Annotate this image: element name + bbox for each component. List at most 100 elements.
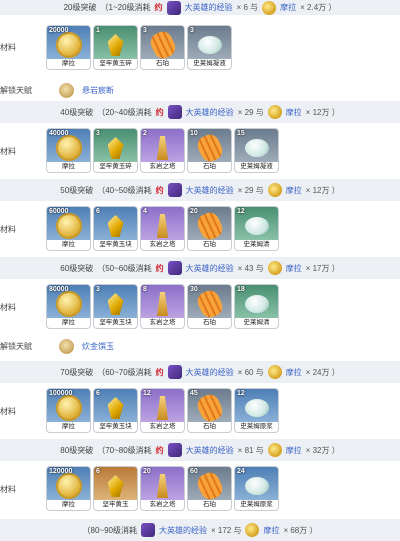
band-range: （70~80级消耗: [97, 445, 152, 455]
band-exp-qty: × 172 与: [210, 525, 242, 535]
talent-name[interactable]: 炊金馔玉: [82, 341, 114, 352]
band-range: （1~20级消耗: [100, 3, 151, 12]
material-item[interactable]: 30 石珀: [187, 284, 232, 329]
band-mora-name[interactable]: 摩拉: [286, 185, 302, 196]
item-name: 石珀: [141, 59, 184, 69]
band-exp-name[interactable]: 大英雄的经验: [186, 107, 234, 118]
mora-icon: [267, 443, 282, 457]
material-item[interactable]: 20 玄岩之塔: [140, 466, 185, 511]
band-mora-name[interactable]: 摩拉: [286, 107, 302, 118]
hero-wit-icon: [167, 365, 182, 379]
material-item[interactable]: 24 史莱姆原浆: [234, 466, 279, 511]
material-item[interactable]: 18 史莱姆清: [234, 284, 279, 329]
item-count: 12: [237, 208, 245, 215]
slime-icon: [244, 399, 269, 417]
materials-row-20: 材料 20000 摩拉 1 坚牢黄玉碎 3 石珀 3 史莱姆凝液: [0, 15, 400, 79]
band-exp-name[interactable]: 大英雄的经验: [185, 2, 233, 13]
band-exp-name[interactable]: 大英雄的经验: [186, 445, 234, 456]
cor-lapis-icon: [194, 209, 225, 243]
band-mora-qty: × 12万 ）: [305, 185, 340, 195]
item-name: 摩拉: [47, 162, 90, 172]
material-item[interactable]: 3 史莱姆凝液: [187, 25, 232, 70]
band-mora-name[interactable]: 摩拉: [263, 525, 279, 536]
material-item[interactable]: 3 坚牢黄玉碎: [93, 128, 138, 173]
material-item[interactable]: 1 坚牢黄玉碎: [93, 25, 138, 70]
material-item[interactable]: 4 玄岩之塔: [140, 206, 185, 251]
material-item[interactable]: 120000 摩拉: [46, 466, 91, 511]
material-item[interactable]: 10 石珀: [187, 128, 232, 173]
material-item[interactable]: 20000 摩拉: [46, 25, 91, 70]
item-count: 8: [143, 286, 147, 293]
material-item[interactable]: 12 史莱姆原浆: [234, 388, 279, 433]
topaz-icon: [107, 137, 124, 159]
material-item[interactable]: 2 玄岩之塔: [140, 128, 185, 173]
topaz-icon: [107, 475, 124, 497]
band-exp-name[interactable]: 大英雄的经验: [186, 367, 234, 378]
item-name: 摩拉: [47, 240, 90, 250]
item-name: 摩拉: [47, 422, 90, 432]
material-item[interactable]: 60 石珀: [187, 466, 232, 511]
item-count: 3: [96, 130, 100, 137]
row-label: 材料: [0, 224, 16, 234]
material-item[interactable]: 3 石珀: [140, 25, 185, 70]
mora-coin-icon: [55, 473, 82, 499]
band-mora-qty: × 17万 ）: [305, 263, 340, 273]
material-item[interactable]: 8 玄岩之塔: [140, 284, 185, 329]
mora-coin-icon: [55, 32, 82, 58]
talent-label: 解锁天赋: [0, 341, 32, 351]
item-count: 1: [96, 27, 100, 34]
hero-wit-icon: [167, 443, 182, 457]
row-label: 材料: [0, 406, 16, 416]
material-item[interactable]: 6 坚牢黄玉: [93, 466, 138, 511]
item-count: 3: [96, 286, 100, 293]
tower-icon: [156, 214, 169, 238]
item-name: 史莱姆清: [235, 318, 278, 328]
item-name: 史莱姆清: [235, 240, 278, 250]
item-name: 史莱姆凝液: [235, 162, 278, 172]
tower-icon: [156, 474, 169, 498]
band-exp-name[interactable]: 大英雄的经验: [186, 263, 234, 274]
item-name: 石珀: [188, 500, 231, 510]
band-exp-name[interactable]: 大英雄的经验: [186, 185, 234, 196]
material-item[interactable]: 6 坚牢黄玉块: [93, 388, 138, 433]
band-exp-name[interactable]: 大英雄的经验: [159, 525, 207, 536]
item-count: 120000: [49, 468, 73, 475]
band-exp-qty: × 60 与: [237, 367, 264, 377]
item-name: 摩拉: [47, 59, 90, 69]
band-range: （80~90级消耗: [82, 525, 137, 535]
mora-icon: [267, 261, 282, 275]
item-name: 史莱姆原浆: [235, 422, 278, 432]
material-item[interactable]: 60000 摩拉: [46, 206, 91, 251]
band-mora-name[interactable]: 摩拉: [286, 367, 302, 378]
level-band-70: 70级突破 （60~70级消耗 约 大英雄的经验 × 60 与 摩拉 × 24万…: [0, 361, 400, 383]
band-mora-qty: × 12万 ）: [305, 107, 340, 117]
band-mora-qty: × 68万 ）: [283, 525, 318, 535]
band-mora-name[interactable]: 摩拉: [286, 445, 302, 456]
material-item[interactable]: 80000 摩拉: [46, 284, 91, 329]
band-mora-name[interactable]: 摩拉: [280, 2, 296, 13]
mora-icon: [267, 365, 282, 379]
materials-row-40: 材料 40000 摩拉 3 坚牢黄玉碎 2 玄岩之塔 10 石珀 15 史莱姆凝液: [0, 123, 400, 179]
material-item[interactable]: 45 石珀: [187, 388, 232, 433]
tower-icon: [156, 136, 169, 160]
material-item[interactable]: 3 坚牢黄玉块: [93, 284, 138, 329]
material-item[interactable]: 12 玄岩之塔: [140, 388, 185, 433]
band-about: 约: [155, 367, 164, 377]
material-item[interactable]: 15 史莱姆凝液: [234, 128, 279, 173]
talent-name[interactable]: 悬岩宸断: [82, 85, 114, 96]
band-mora-name[interactable]: 摩拉: [286, 263, 302, 274]
material-item[interactable]: 100000 摩拉: [46, 388, 91, 433]
item-name: 石珀: [188, 240, 231, 250]
mora-coin-icon: [55, 135, 82, 161]
slime-icon: [197, 36, 222, 54]
hero-wit-icon: [166, 0, 181, 15]
material-item[interactable]: 20 石珀: [187, 206, 232, 251]
band-exp-qty: × 43 与: [237, 263, 264, 273]
item-name: 摩拉: [47, 318, 90, 328]
material-item[interactable]: 12 史莱姆清: [234, 206, 279, 251]
item-name: 玄岩之塔: [141, 500, 184, 510]
band-about: 约: [155, 445, 164, 455]
material-item[interactable]: 40000 摩拉: [46, 128, 91, 173]
material-item[interactable]: 6 坚牢黄玉块: [93, 206, 138, 251]
tower-icon: [156, 292, 169, 316]
